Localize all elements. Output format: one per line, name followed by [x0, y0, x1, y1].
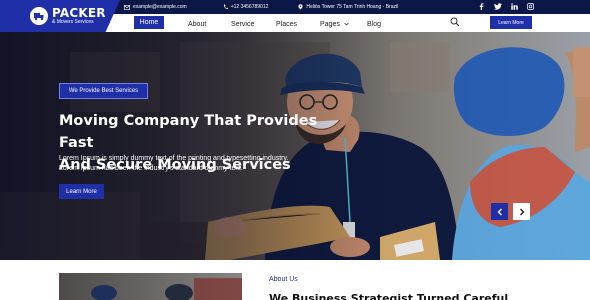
search-icon[interactable]: [450, 17, 460, 27]
location-pin-icon: [298, 4, 304, 10]
email-text: example@example.com: [133, 4, 187, 10]
hero-learn-more-button[interactable]: Learn More: [59, 184, 104, 199]
hero-description: Lorem Ipsum is simply dummy text of the …: [59, 154, 309, 174]
page: PACKER & Movers Services example@example…: [0, 0, 590, 300]
topbar-address: Heliös Tower 75 Tam Trinh Hoang - Brazil: [298, 4, 398, 10]
facebook-icon[interactable]: [478, 3, 485, 10]
brand-tagline: & Movers Services: [52, 19, 94, 25]
chevron-right-icon: [519, 208, 524, 215]
nav-item-home[interactable]: Home: [134, 16, 164, 29]
linkedin-icon[interactable]: [511, 3, 518, 10]
nav-item-places[interactable]: Places: [270, 18, 303, 31]
about-label: About Us: [269, 276, 298, 283]
hero-badge: We Provide Best Services: [59, 83, 148, 99]
nav-item-blog[interactable]: Blog: [361, 18, 387, 31]
address-text: Heliös Tower 75 Tam Trinh Hoang - Brazil: [306, 4, 399, 10]
truck-icon: [30, 7, 48, 25]
chevron-left-icon: [497, 208, 502, 215]
topbar-phone[interactable]: +12 3456789012: [223, 4, 269, 10]
about-heading: We Business Strategist Turned Careful: [269, 292, 509, 300]
hero-title-line-1: Moving Company That Provides Fast: [59, 113, 318, 151]
social-links: [478, 3, 534, 10]
nav-item-pages[interactable]: Pages: [314, 18, 355, 31]
about-photo: [91, 278, 242, 300]
nav-item-pages-label: Pages: [320, 21, 340, 28]
chevron-down-icon: [344, 22, 349, 26]
topbar-email[interactable]: example@example.com: [124, 4, 187, 10]
instagram-icon[interactable]: [527, 3, 534, 10]
topbar: example@example.com +12 3456789012 Heliö…: [108, 0, 590, 14]
logo[interactable]: PACKER & Movers Services: [0, 0, 120, 32]
slider-prev-button[interactable]: [491, 203, 508, 220]
nav-item-service[interactable]: Service: [225, 18, 260, 31]
twitter-icon[interactable]: [494, 3, 502, 10]
brand-name: PACKER: [52, 6, 106, 20]
nav-item-about[interactable]: About: [182, 18, 212, 31]
header-learn-more-button[interactable]: Learn More: [490, 16, 532, 29]
hero-description-line-2: Lorem Ipsum has been the industry's stan…: [59, 165, 243, 172]
hero-section: We Provide Best Services Moving Company …: [0, 32, 590, 260]
phone-text: +12 3456789012: [230, 4, 269, 10]
about-image: [59, 273, 242, 300]
mail-icon: [124, 4, 130, 10]
hero-description-line-1: Lorem Ipsum is simply dummy text of the …: [59, 155, 289, 162]
phone-icon: [223, 4, 228, 10]
slider-next-button[interactable]: [513, 203, 530, 220]
main-nav: Home About Service Places Pages Blog Lea…: [120, 14, 590, 32]
